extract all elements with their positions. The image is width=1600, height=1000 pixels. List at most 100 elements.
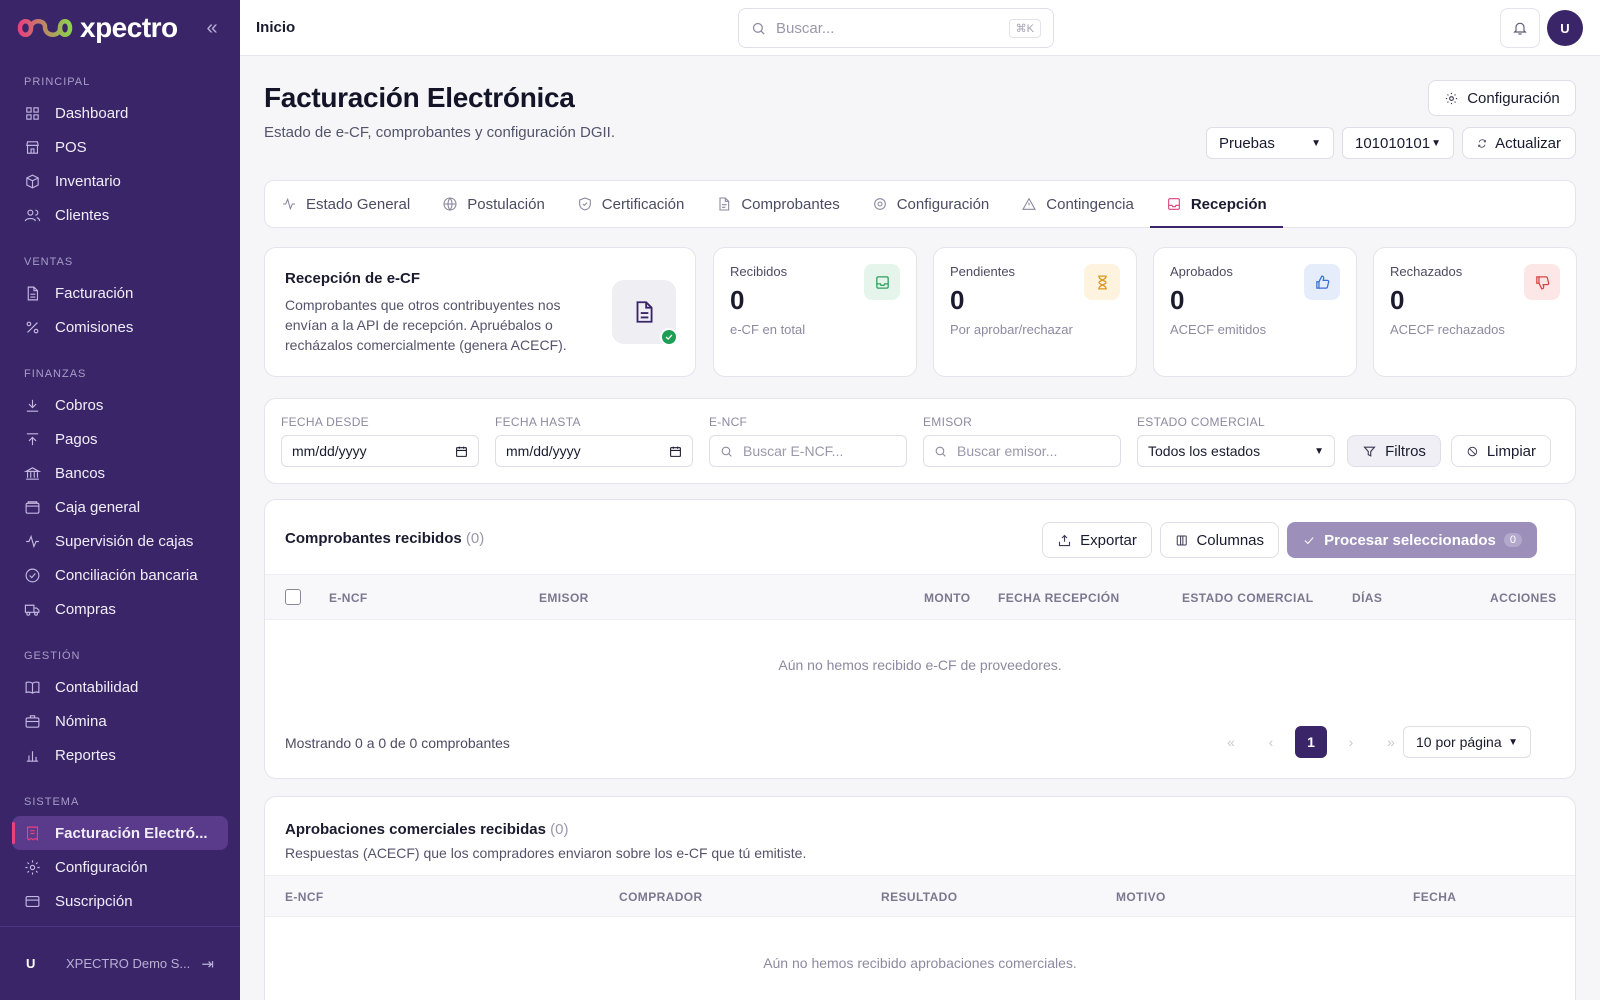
tab-contingencia[interactable]: Contingencia <box>1021 181 1150 227</box>
column-header-fecha: FECHA <box>1413 890 1457 904</box>
book-icon <box>25 681 40 694</box>
tab-recepcion[interactable]: Recepción <box>1149 181 1283 228</box>
sidebar-item-reportes[interactable]: Reportes <box>0 738 240 772</box>
sidebar-footer: U XPECTRO Demo S... ⇥ <box>0 926 240 1000</box>
tab-certificacion[interactable]: Certificación <box>577 181 701 227</box>
estado-select[interactable]: Todos los estados ▼ <box>1137 435 1335 467</box>
first-page-icon[interactable]: « <box>1215 726 1247 758</box>
download-icon <box>26 399 39 412</box>
tab-comprobantes[interactable]: Comprobantes <box>716 181 855 227</box>
process-selected-button[interactable]: Procesar seleccionados 0 <box>1287 522 1537 558</box>
column-header-fecha-recepcion[interactable]: FECHA RECEPCIÓN <box>998 591 1120 605</box>
column-header-encf[interactable]: E-NCF <box>329 591 368 605</box>
sidebar-item-conciliacion[interactable]: Conciliación bancaria <box>0 558 240 592</box>
breadcrumb: Inicio <box>256 19 296 36</box>
sidebar-item-bancos[interactable]: Bancos <box>0 456 240 490</box>
sidebar-item-suscripcion[interactable]: Suscripción <box>0 884 240 918</box>
refresh-icon <box>1478 138 1486 148</box>
sidebar-item-facturacion-electronica[interactable]: Facturación Electró... <box>12 816 228 850</box>
calendar-icon <box>456 446 467 457</box>
sidebar-item-pagos[interactable]: Pagos <box>0 422 240 456</box>
filter-date-to: FECHA HASTA mm/dd/yyyy <box>495 415 693 467</box>
store-icon <box>26 140 39 154</box>
page-button[interactable]: 1 <box>1295 726 1327 758</box>
columns-button[interactable]: Columnas <box>1160 522 1279 558</box>
environment-select[interactable]: Pruebas ▼ <box>1206 127 1334 159</box>
sidebar-item-contabilidad[interactable]: Contabilidad <box>0 670 240 704</box>
filter-label: FECHA DESDE <box>281 415 369 429</box>
gear-icon <box>25 859 40 875</box>
rnc-select[interactable]: 101010101 ▼ <box>1342 127 1454 159</box>
search-icon <box>935 446 946 457</box>
sidebar-item-facturacion[interactable]: Facturación <box>0 276 240 310</box>
tab-configuracion[interactable]: Configuración <box>872 181 1006 227</box>
tab-estado-general[interactable]: Estado General <box>281 181 426 227</box>
notifications-button[interactable] <box>1500 8 1540 48</box>
process-button-label: Procesar seleccionados <box>1324 531 1496 549</box>
column-header-estado-comercial[interactable]: ESTADO COMERCIAL <box>1182 591 1314 605</box>
per-page-select[interactable]: 10 por página ▼ <box>1403 726 1531 758</box>
sidebar-item-compras[interactable]: Compras <box>0 592 240 626</box>
tab-label: Postulación <box>467 195 545 213</box>
date-to-input[interactable]: mm/dd/yyyy <box>495 435 693 467</box>
approvals-count: (0) <box>550 821 569 838</box>
prev-page-icon[interactable]: ‹ <box>1255 726 1287 758</box>
select-all-checkbox[interactable] <box>285 589 301 605</box>
column-header-emisor[interactable]: EMISOR <box>539 591 589 605</box>
search-shortcut: ⌘K <box>1008 18 1041 38</box>
sidebar-item-caja-general[interactable]: Caja general <box>0 490 240 524</box>
emisor-search-input[interactable]: Buscar emisor... <box>923 435 1121 467</box>
sidebar-item-nomina[interactable]: Nómina <box>0 704 240 738</box>
sidebar-item-label: Contabilidad <box>55 678 139 696</box>
columns-icon <box>1176 535 1187 545</box>
config-button[interactable]: Configuración <box>1428 80 1576 116</box>
nav-section-title: VENTAS <box>24 256 74 268</box>
sidebar-item-comisiones[interactable]: Comisiones <box>0 310 240 344</box>
hourglass-icon <box>1084 264 1120 300</box>
nav-section-gestion: GESTIÓN Contabilidad Nómina Reportes <box>0 636 240 772</box>
filter-emisor: EMISOR Buscar emisor... <box>923 415 1121 467</box>
date-from-input[interactable]: mm/dd/yyyy <box>281 435 479 467</box>
avatar[interactable]: U <box>1547 10 1583 46</box>
sidebar-item-inventario[interactable]: Inventario <box>0 164 240 198</box>
stat-card-rechazados: Rechazados 0 ACECF rechazados <box>1373 247 1577 377</box>
filters-button[interactable]: Filtros <box>1347 435 1441 467</box>
sidebar-item-clientes[interactable]: Clientes <box>0 198 240 232</box>
bank-icon <box>24 466 41 480</box>
user-avatar[interactable]: U <box>26 956 50 971</box>
column-header-dias[interactable]: DÍAS <box>1352 591 1382 605</box>
sidebar-item-configuracion[interactable]: Configuración <box>0 850 240 884</box>
approvals-empty-message: Aún no hemos recibido aprobaciones comer… <box>763 955 1077 971</box>
globe-icon <box>443 197 457 211</box>
percent-icon <box>26 321 39 333</box>
warning-icon <box>1022 197 1037 210</box>
collapse-sidebar-icon[interactable]: « <box>200 17 224 40</box>
clear-button[interactable]: Limpiar <box>1451 435 1551 467</box>
sidebar-item-dashboard[interactable]: Dashboard <box>0 96 240 130</box>
hourglass-glyph <box>1097 274 1107 290</box>
sidebar-item-supervision-cajas[interactable]: Supervisión de cajas <box>0 524 240 558</box>
wallet-icon <box>25 500 40 514</box>
next-page-icon[interactable]: › <box>1335 726 1367 758</box>
column-header-monto[interactable]: MONTO <box>924 591 970 605</box>
file-icon <box>719 197 730 211</box>
logout-icon[interactable]: ⇥ <box>201 955 214 973</box>
refresh-button[interactable]: Actualizar <box>1462 127 1576 159</box>
gear-icon <box>1446 92 1458 104</box>
search-input[interactable]: Buscar... ⌘K <box>738 8 1054 48</box>
export-button[interactable]: Exportar <box>1042 522 1152 558</box>
sidebar-item-cobros[interactable]: Cobros <box>0 388 240 422</box>
environment-value: Pruebas <box>1219 134 1275 152</box>
activity-icon <box>283 197 295 211</box>
tab-label: Contingencia <box>1046 195 1134 213</box>
sidebar-item-pos[interactable]: POS <box>0 130 240 164</box>
nav-section-title: SISTEMA <box>24 796 80 808</box>
encf-search-input[interactable]: Buscar E-NCF... <box>709 435 907 467</box>
sidebar-item-label: Nómina <box>55 712 107 730</box>
stat-card-pendientes: Pendientes 0 Por aprobar/rechazar <box>933 247 1137 377</box>
xpectro-logo-icon <box>17 19 73 37</box>
sidebar-item-label: Cobros <box>55 396 104 414</box>
thumbs-up-icon <box>1304 264 1340 300</box>
sidebar-item-label: Supervisión de cajas <box>55 532 194 550</box>
tab-postulacion[interactable]: Postulación <box>442 181 561 227</box>
